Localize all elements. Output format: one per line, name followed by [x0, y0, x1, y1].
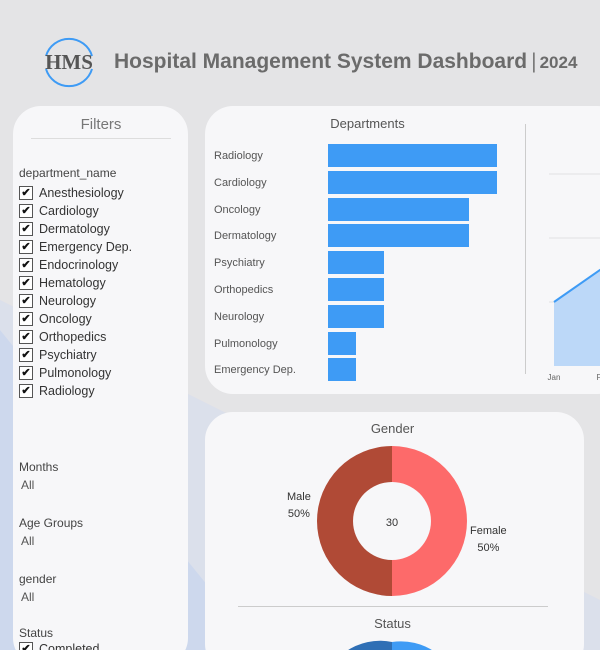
title-separator: | — [531, 50, 537, 73]
department-bar[interactable] — [328, 304, 385, 328]
department-option[interactable]: ✔ Endocrinology — [19, 256, 132, 274]
department-option-label: Hematology — [39, 276, 106, 290]
male-percent: 50% — [287, 508, 310, 520]
status-option-label: Completed — [39, 642, 100, 650]
department-option[interactable]: ✔ Pulmonology — [19, 364, 132, 382]
department-option[interactable]: ✔ Anesthesiology — [19, 184, 132, 202]
department-checkbox-list: ✔ Anesthesiology ✔ Cardiology ✔ Dermatology ✔ E… — [19, 184, 132, 400]
departments-panel: Departments Radiology Cardiology Oncology D… — [205, 106, 600, 394]
departments-chart-title: Departments — [330, 116, 405, 131]
department-option[interactable]: ✔ Dermatology — [19, 220, 132, 238]
department-option[interactable]: ✔ Radiology — [19, 382, 132, 400]
department-bar[interactable] — [328, 224, 469, 248]
female-label: Female 50% — [470, 523, 507, 557]
bar-label: Cardiology — [214, 176, 267, 189]
department-checkbox[interactable]: ✔ — [19, 258, 33, 272]
bar-label: Pulmonology — [214, 337, 278, 350]
bar-label: Neurology — [214, 310, 265, 323]
bar-label: Dermatology — [214, 230, 277, 243]
department-bar[interactable] — [328, 358, 357, 382]
department-checkbox[interactable]: ✔ — [19, 330, 33, 344]
department-bar[interactable] — [328, 251, 385, 275]
department-option-label: Radiology — [39, 384, 95, 398]
department-checkbox[interactable]: ✔ — [19, 276, 33, 290]
department-checkbox[interactable]: ✔ — [19, 204, 33, 218]
department-checkbox[interactable]: ✔ — [19, 366, 33, 380]
department-option[interactable]: ✔ Orthopedics — [19, 328, 132, 346]
donut-slice-male — [317, 446, 392, 596]
title-year: 2024 — [539, 53, 578, 72]
gender-status-divider — [238, 606, 548, 607]
department-option[interactable]: ✔ Oncology — [19, 310, 132, 328]
department-option-label: Orthopedics — [39, 330, 107, 344]
trend-area-chart: Jan F — [548, 173, 600, 382]
status-filter-label: Status — [19, 626, 54, 640]
gender-filter-value[interactable]: All — [21, 590, 34, 604]
age-groups-filter-value[interactable]: All — [21, 534, 34, 548]
trend-x-tick-jan: Jan — [548, 373, 561, 382]
status-donut-chart — [348, 640, 432, 650]
department-checkbox[interactable]: ✔ — [19, 312, 33, 326]
department-option-label: Oncology — [39, 312, 92, 326]
department-option-label: Emergency Dep. — [39, 240, 133, 254]
bar-label: Psychiatry — [214, 257, 265, 270]
donut-center-value: 30 — [386, 517, 398, 529]
gender-donut-chart: 30 — [317, 446, 467, 596]
hms-logo: HMS — [45, 37, 93, 88]
department-checkbox[interactable]: ✔ — [19, 222, 33, 236]
department-option[interactable]: ✔ Psychiatry — [19, 346, 132, 364]
bar-label: Oncology — [214, 203, 261, 216]
gender-panel: Gender 30 Male 50% Female 50% Status — [205, 412, 584, 650]
department-bar[interactable] — [328, 170, 497, 194]
department-filter-label: department_name — [19, 166, 117, 180]
months-filter-label: Months — [19, 460, 59, 474]
donut-slice-female — [392, 446, 467, 596]
gender-filter-label: gender — [19, 572, 57, 586]
department-option-label: Dermatology — [39, 222, 110, 236]
department-bar[interactable] — [328, 197, 469, 221]
status-chart-title: Status — [374, 616, 411, 631]
department-bar[interactable] — [328, 278, 385, 301]
department-checkbox[interactable]: ✔ — [19, 294, 33, 308]
age-groups-filter-label: Age Groups — [19, 516, 84, 530]
bar-label: Orthopedics — [214, 284, 274, 296]
department-option-label: Anesthesiology — [39, 186, 124, 200]
department-option-label: Endocrinology — [39, 258, 119, 272]
male-name: Male — [287, 491, 311, 503]
logo-text: HMS — [45, 50, 93, 74]
department-option-label: Psychiatry — [39, 348, 97, 362]
page-title: Hospital Management System Dashboard | 202… — [114, 50, 577, 74]
department-bar[interactable] — [328, 331, 357, 355]
department-option-label: Pulmonology — [39, 366, 112, 380]
status-option-completed[interactable]: ✔ Completed — [19, 640, 99, 650]
department-option[interactable]: ✔ Cardiology — [19, 202, 132, 220]
department-option[interactable]: ✔ Neurology — [19, 292, 132, 310]
department-option-label: Neurology — [39, 294, 96, 308]
department-checkbox[interactable]: ✔ — [19, 348, 33, 362]
department-checkbox[interactable]: ✔ — [19, 240, 33, 254]
filters-panel: Filters department_name ✔ Anesthesiology ✔… — [13, 106, 188, 650]
department-option[interactable]: ✔ Hematology — [19, 274, 132, 292]
bar-label: Emergency Dep. — [214, 364, 296, 377]
title-text: Hospital Management System Dashboard — [114, 50, 528, 73]
gender-chart-title: Gender — [370, 421, 415, 436]
department-option-label: Cardiology — [39, 204, 99, 218]
bar-label: Radiology — [214, 150, 263, 162]
filters-title: Filters — [31, 116, 171, 139]
trend-x-tick-f: F — [597, 373, 600, 382]
department-option[interactable]: ✔ Emergency Dep. — [19, 238, 132, 256]
female-percent: 50% — [477, 542, 500, 554]
department-checkbox[interactable]: ✔ — [19, 384, 33, 398]
months-filter-value[interactable]: All — [21, 478, 34, 492]
department-bar[interactable] — [328, 144, 497, 167]
female-name: Female — [470, 525, 507, 537]
department-checkbox[interactable]: ✔ — [19, 186, 33, 200]
trend-area-fill — [554, 270, 600, 366]
status-checkbox[interactable]: ✔ — [19, 642, 33, 650]
chart-divider — [525, 124, 526, 374]
male-label: Male 50% — [287, 489, 311, 523]
